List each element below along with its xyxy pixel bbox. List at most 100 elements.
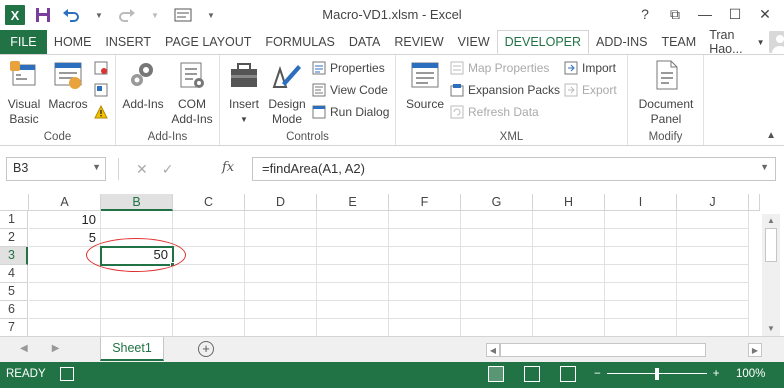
vertical-scrollbar[interactable]: ▲ ▼ (762, 214, 780, 336)
tab-review[interactable]: REVIEW (387, 30, 450, 54)
grid-cell[interactable] (677, 283, 749, 301)
row-header[interactable]: 3 (0, 247, 28, 265)
properties-button[interactable]: Properties (312, 61, 385, 75)
grid-cell[interactable] (389, 283, 461, 301)
grid-cell[interactable] (461, 301, 533, 319)
tab-page-layout[interactable]: PAGE LAYOUT (158, 30, 258, 54)
grid-cell[interactable] (29, 265, 101, 283)
tab-view[interactable]: VIEW (451, 30, 497, 54)
grid-cell[interactable] (677, 247, 749, 265)
scroll-down-icon[interactable]: ▼ (762, 322, 780, 336)
grid-cell[interactable] (677, 265, 749, 283)
grid-cell[interactable] (245, 247, 317, 265)
insert-control-button[interactable]: Insert ▼ (224, 59, 264, 127)
grid-cell[interactable] (605, 211, 677, 229)
grid-cell[interactable] (245, 301, 317, 319)
vertical-scroll-thumb[interactable] (765, 228, 777, 262)
scroll-left-icon[interactable]: ◀ (486, 343, 500, 357)
grid-cell[interactable] (461, 283, 533, 301)
grid-cell[interactable] (533, 229, 605, 247)
grid-cell[interactable] (533, 247, 605, 265)
grid-cell[interactable] (605, 283, 677, 301)
grid-cell[interactable] (173, 319, 245, 336)
cell-a2[interactable]: 5 (29, 229, 101, 247)
tab-data[interactable]: DATA (342, 30, 387, 54)
maximize-icon[interactable]: ☐ (720, 2, 750, 26)
next-sheet-icon[interactable]: ▶ (52, 343, 60, 354)
macros-button[interactable]: Macros (46, 59, 90, 112)
grid-cell[interactable] (173, 229, 245, 247)
column-header[interactable]: J (677, 194, 749, 211)
zoom-percentage[interactable]: 100% (736, 368, 765, 380)
grid-cell[interactable] (173, 211, 245, 229)
run-dialog-button[interactable]: Run Dialog (312, 105, 389, 119)
relative-references-icon[interactable] (94, 83, 108, 97)
ribbon-display-options-icon[interactable]: ⧉ (660, 2, 690, 26)
expansion-packs-button[interactable]: Expansion Packs (450, 83, 560, 97)
scroll-up-icon[interactable]: ▲ (762, 214, 780, 228)
grid-cell[interactable] (677, 301, 749, 319)
name-box[interactable]: B3 ▼ (6, 157, 106, 181)
grid-cell[interactable] (605, 247, 677, 265)
grid-cell[interactable] (605, 301, 677, 319)
select-all-corner[interactable] (0, 194, 29, 211)
grid-cell[interactable] (389, 319, 461, 336)
row-header[interactable]: 4 (0, 265, 28, 283)
new-sheet-icon[interactable]: + (198, 341, 214, 357)
cancel-icon[interactable]: ✕ (136, 161, 148, 178)
source-button[interactable]: Source (404, 59, 446, 112)
grid-cell[interactable] (101, 283, 173, 301)
grid-cell[interactable] (389, 211, 461, 229)
zoom-out-icon[interactable]: − (594, 368, 601, 380)
tab-file[interactable]: FILE (0, 30, 47, 54)
row-header[interactable]: 6 (0, 301, 28, 319)
normal-view-icon[interactable] (488, 366, 504, 382)
grid-cell[interactable] (461, 229, 533, 247)
page-break-preview-icon[interactable] (560, 366, 576, 382)
grid-cell[interactable] (389, 301, 461, 319)
grid-cell[interactable] (29, 319, 101, 336)
tab-insert[interactable]: INSERT (98, 30, 158, 54)
grid-cell[interactable] (317, 211, 389, 229)
grid-cell[interactable] (533, 265, 605, 283)
grid-cell[interactable] (677, 319, 749, 336)
export-button[interactable]: Export (564, 83, 617, 97)
formula-input[interactable]: =findArea(A1, A2) ▼ (252, 157, 776, 181)
row-header[interactable]: 5 (0, 283, 28, 301)
grid-cell[interactable] (245, 283, 317, 301)
horizontal-scroll-thumb[interactable] (500, 343, 706, 357)
help-icon[interactable]: ? (630, 2, 660, 26)
grid-cell[interactable] (677, 211, 749, 229)
grid-cell[interactable] (389, 265, 461, 283)
grid-cell[interactable] (317, 283, 389, 301)
grid-cell[interactable] (317, 301, 389, 319)
visual-basic-button[interactable]: Visual Basic (4, 59, 44, 127)
grid-cell[interactable] (317, 229, 389, 247)
grid-cell[interactable] (533, 301, 605, 319)
previous-sheet-icon[interactable]: ◀ (20, 343, 28, 354)
refresh-data-button[interactable]: Refresh Data (450, 105, 539, 119)
collapse-ribbon-icon[interactable]: ▲ (766, 130, 776, 141)
sheet-tab-sheet1[interactable]: Sheet1 (100, 337, 164, 361)
design-mode-button[interactable]: Design Mode (266, 59, 308, 127)
record-macro-icon[interactable] (94, 61, 108, 75)
grid-cell[interactable] (605, 319, 677, 336)
row-header[interactable]: 2 (0, 229, 28, 247)
grid-cell[interactable] (245, 265, 317, 283)
column-header[interactable]: G (461, 194, 533, 211)
grid-cell[interactable] (173, 283, 245, 301)
grid-cell[interactable] (461, 247, 533, 265)
macro-security-icon[interactable] (94, 104, 108, 119)
grid-cell[interactable] (533, 319, 605, 336)
minimize-icon[interactable]: — (690, 2, 720, 26)
tab-team[interactable]: TEAM (654, 30, 703, 54)
add-ins-button[interactable]: Add-Ins (120, 59, 166, 112)
close-icon[interactable]: ✕ (750, 2, 780, 26)
grid-cell[interactable] (29, 283, 101, 301)
row-header[interactable]: 7 (0, 319, 28, 336)
column-header[interactable]: D (245, 194, 317, 211)
grid-cell[interactable] (173, 265, 245, 283)
row-header[interactable]: 1 (0, 211, 28, 229)
import-button[interactable]: Import (564, 61, 616, 75)
grid-cell[interactable] (317, 247, 389, 265)
